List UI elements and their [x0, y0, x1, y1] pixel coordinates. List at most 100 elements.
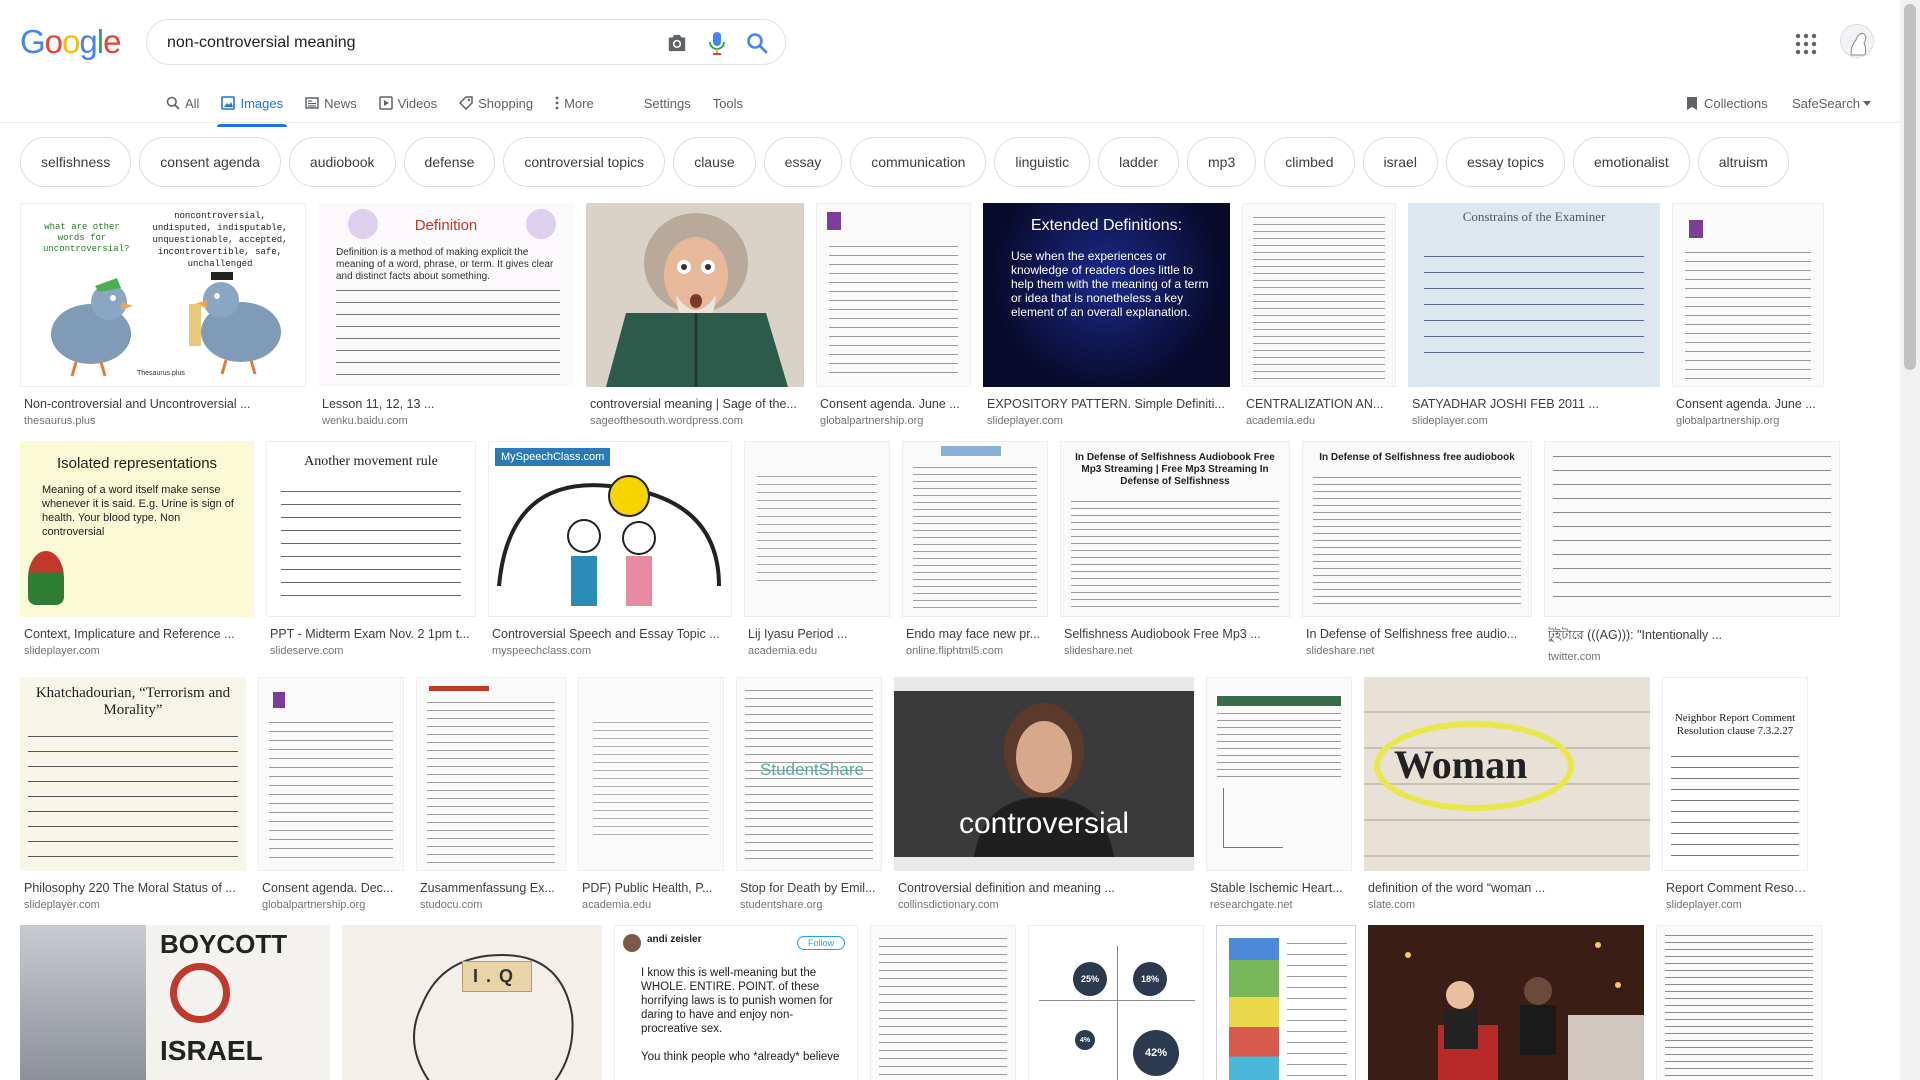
result-source[interactable]: slideplayer.com	[20, 899, 246, 911]
image-result[interactable]: Constrains of the Examiner SATYADHAR JOS…	[1408, 203, 1660, 427]
mic-icon[interactable]	[704, 30, 730, 56]
result-title[interactable]: PDF) Public Health, P...	[578, 881, 724, 895]
result-title[interactable]: Philosophy 220 The Moral Status of ...	[20, 881, 246, 895]
result-source[interactable]: slideplayer.com	[983, 415, 1230, 427]
result-title[interactable]: Non-controversial and Uncontroversial ..…	[20, 397, 306, 411]
chip[interactable]: ladder	[1098, 137, 1180, 187]
result-title[interactable]: টুইটারে (((AG))): "Intentionally ...	[1544, 627, 1840, 647]
chip[interactable]: controversial topics	[503, 137, 666, 187]
result-source[interactable]: researchgate.net	[1206, 899, 1352, 911]
result-source[interactable]: myspeechclass.com	[488, 645, 732, 657]
result-source[interactable]: online.fliphtml5.com	[902, 645, 1048, 657]
google-logo[interactable]: Google	[20, 24, 121, 60]
result-title[interactable]: Report Comment Resolution ...	[1662, 881, 1808, 895]
result-source[interactable]: slate.com	[1364, 899, 1650, 911]
result-source[interactable]: slideserve.com	[266, 645, 476, 657]
tools-link[interactable]: Tools	[713, 86, 743, 120]
result-source[interactable]: wenku.baidu.com	[318, 415, 574, 427]
image-result[interactable]: I.Q	[342, 925, 602, 1080]
result-title[interactable]: Consent agenda. June ...	[1672, 397, 1824, 411]
chip[interactable]: consent agenda	[139, 137, 281, 187]
result-source[interactable]: slideplayer.com	[1408, 415, 1660, 427]
result-source[interactable]: thesaurus.plus	[20, 415, 306, 427]
chip[interactable]: mp3	[1187, 137, 1257, 187]
image-result[interactable]	[1216, 925, 1356, 1080]
image-result[interactable]: Consent agenda. June ... globalpartnersh…	[1672, 203, 1824, 427]
image-result[interactable]: Consent agenda. June ... globalpartnersh…	[816, 203, 971, 427]
tab-videos[interactable]: Videos	[378, 86, 437, 120]
image-result[interactable]: PDF) Public Health, P... academia.edu	[578, 677, 724, 911]
image-result[interactable]: Extended Definitions: Use when the exper…	[983, 203, 1230, 427]
camera-icon[interactable]	[664, 30, 690, 56]
result-title[interactable]: Endo may face new pr...	[902, 627, 1048, 641]
safesearch-dropdown[interactable]: SafeSearch	[1792, 86, 1871, 120]
result-source[interactable]: slideshare.net	[1302, 645, 1532, 657]
tab-all[interactable]: All	[166, 86, 199, 120]
result-title[interactable]: definition of the word “woman ...	[1364, 881, 1650, 895]
image-result[interactable]: what are other words for uncontroversial…	[20, 203, 306, 427]
result-source[interactable]: slideplayer.com	[1662, 899, 1808, 911]
result-title[interactable]: CENTRALIZATION AN...	[1242, 397, 1396, 411]
image-result[interactable]: In Defense of Selfishness free audiobook…	[1302, 441, 1532, 663]
chip[interactable]: essay	[763, 137, 843, 187]
result-title[interactable]: controversial meaning | Sage of the...	[586, 397, 804, 411]
chip[interactable]: selfishness	[20, 137, 132, 187]
chip[interactable]: altruism	[1697, 137, 1789, 187]
image-result[interactable]	[1368, 925, 1644, 1080]
image-result[interactable]: Neighbor Report Comment Resolution claus…	[1662, 677, 1808, 911]
image-result[interactable]: টুইটারে (((AG))): "Intentionally ... twi…	[1544, 441, 1840, 663]
result-title[interactable]: EXPOSITORY PATTERN. Simple Definiti...	[983, 397, 1230, 411]
image-result[interactable]: Woman definition of the word “woman ... …	[1364, 677, 1650, 911]
search-input[interactable]	[167, 32, 647, 54]
result-title[interactable]: SATYADHAR JOSHI FEB 2011 ...	[1408, 397, 1660, 411]
scrollbar-thumb[interactable]	[1904, 4, 1916, 370]
image-result[interactable]: Zusammenfassung Ex... studocu.com	[416, 677, 566, 911]
result-title[interactable]: Lesson 11, 12, 13 ...	[318, 397, 574, 411]
image-result[interactable]: StudentShare Stop for Death by Emil... s…	[736, 677, 882, 911]
image-result[interactable]: Stable Ischemic Heart... researchgate.ne…	[1206, 677, 1352, 911]
chip[interactable]: clause	[673, 137, 756, 187]
image-result[interactable]	[870, 925, 1016, 1080]
account-avatar[interactable]	[1840, 24, 1874, 58]
result-title[interactable]: Controversial definition and meaning ...	[894, 881, 1194, 895]
chip[interactable]: essay topics	[1445, 137, 1566, 187]
apps-grid-icon[interactable]	[1794, 32, 1818, 56]
result-source[interactable]: slideshare.net	[1060, 645, 1290, 657]
chip[interactable]: communication	[850, 137, 987, 187]
tab-shopping[interactable]: Shopping	[459, 86, 533, 120]
result-title[interactable]: Lij Iyasu Period ...	[744, 627, 890, 641]
result-source[interactable]: globalpartnership.org	[258, 899, 404, 911]
result-title[interactable]: Consent agenda. June ...	[816, 397, 971, 411]
image-result[interactable]: Consent agenda. Dec... globalpartnership…	[258, 677, 404, 911]
result-source[interactable]: studentshare.org	[736, 899, 882, 911]
result-title[interactable]: Selfishness Audiobook Free Mp3 ...	[1060, 627, 1290, 641]
image-result[interactable]: Khatchadourian, “Terrorism and Morality”…	[20, 677, 246, 911]
result-source[interactable]: collinsdictionary.com	[894, 899, 1194, 911]
result-source[interactable]: academia.edu	[578, 899, 724, 911]
settings-link[interactable]: Settings	[644, 86, 691, 120]
chip[interactable]: defense	[403, 137, 496, 187]
tab-news[interactable]: News	[305, 86, 357, 120]
tab-images[interactable]: Images	[217, 86, 287, 127]
image-result[interactable]: controversial meaning | Sage of the... s…	[586, 203, 804, 427]
chip[interactable]: israel	[1362, 137, 1438, 187]
image-result[interactable]: Definition Definition is a method of mak…	[318, 203, 574, 427]
image-result[interactable]: MySpeechClass.com Controversial Speech a…	[488, 441, 732, 663]
image-result[interactable]: Lij Iyasu Period ... academia.edu	[744, 441, 890, 663]
result-source[interactable]: sageofthesouth.wordpress.com	[586, 415, 804, 427]
result-source[interactable]: academia.edu	[744, 645, 890, 657]
image-result[interactable]: 25% 18% 4% 42%	[1028, 925, 1204, 1080]
result-title[interactable]: Stop for Death by Emil...	[736, 881, 882, 895]
image-result[interactable]: In Defense of Selfishness Audiobook Free…	[1060, 441, 1290, 663]
result-source[interactable]: twitter.com	[1544, 651, 1840, 663]
image-result[interactable]: andi zeisler Follow I know this is well-…	[614, 925, 858, 1080]
image-result[interactable]: controversial Controversial definition a…	[894, 677, 1194, 911]
image-result[interactable]	[1656, 925, 1822, 1080]
result-title[interactable]: PPT - Midterm Exam Nov. 2 1pm t...	[266, 627, 476, 641]
result-source[interactable]: globalpartnership.org	[816, 415, 971, 427]
image-result[interactable]: Another movement rule PPT - Midterm Exam…	[266, 441, 476, 663]
tab-more[interactable]: More	[555, 86, 594, 120]
result-source[interactable]: globalpartnership.org	[1672, 415, 1824, 427]
chip[interactable]: climbed	[1264, 137, 1355, 187]
result-title[interactable]: Controversial Speech and Essay Topic ...	[488, 627, 732, 641]
